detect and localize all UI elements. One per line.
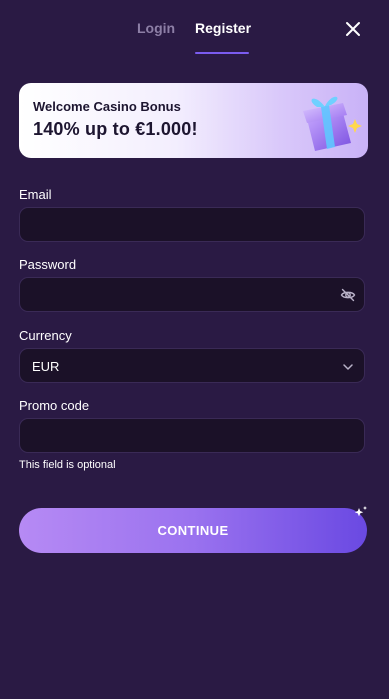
email-label: Email — [19, 187, 52, 202]
currency-label: Currency — [19, 328, 72, 343]
sparkle-icon — [354, 506, 367, 517]
active-tab-indicator — [195, 52, 249, 54]
email-field[interactable] — [19, 207, 365, 242]
bonus-title: 140% up to €1.000! — [33, 119, 198, 139]
continue-button[interactable]: CONTINUE — [19, 508, 367, 553]
gift-icon — [303, 96, 362, 151]
continue-label: CONTINUE — [157, 523, 229, 538]
promo-input[interactable] — [20, 419, 364, 452]
bonus-subtitle: Welcome Casino Bonus — [33, 99, 181, 114]
tab-login[interactable]: Login — [137, 18, 175, 38]
promo-hint: This field is optional — [19, 459, 116, 471]
password-input[interactable] — [20, 278, 364, 311]
eye-slash-icon[interactable] — [340, 287, 356, 303]
register-modal: Login Register Welcome Casino Bonus 140%… — [0, 0, 389, 699]
bonus-banner: Welcome Casino Bonus 140% up to €1.000! — [19, 83, 368, 158]
promo-label: Promo code — [19, 398, 90, 413]
chevron-down-icon — [343, 364, 353, 370]
password-label: Password — [19, 257, 77, 272]
currency-value: EUR — [32, 359, 60, 374]
tab-register[interactable]: Register — [195, 18, 251, 38]
auth-tabs: Login Register — [0, 0, 389, 56]
close-button[interactable] — [341, 17, 365, 41]
currency-select[interactable]: EUR — [19, 348, 365, 383]
password-field[interactable] — [19, 277, 365, 312]
close-icon — [346, 22, 360, 36]
email-input[interactable] — [20, 208, 364, 241]
promo-field[interactable] — [19, 418, 365, 453]
